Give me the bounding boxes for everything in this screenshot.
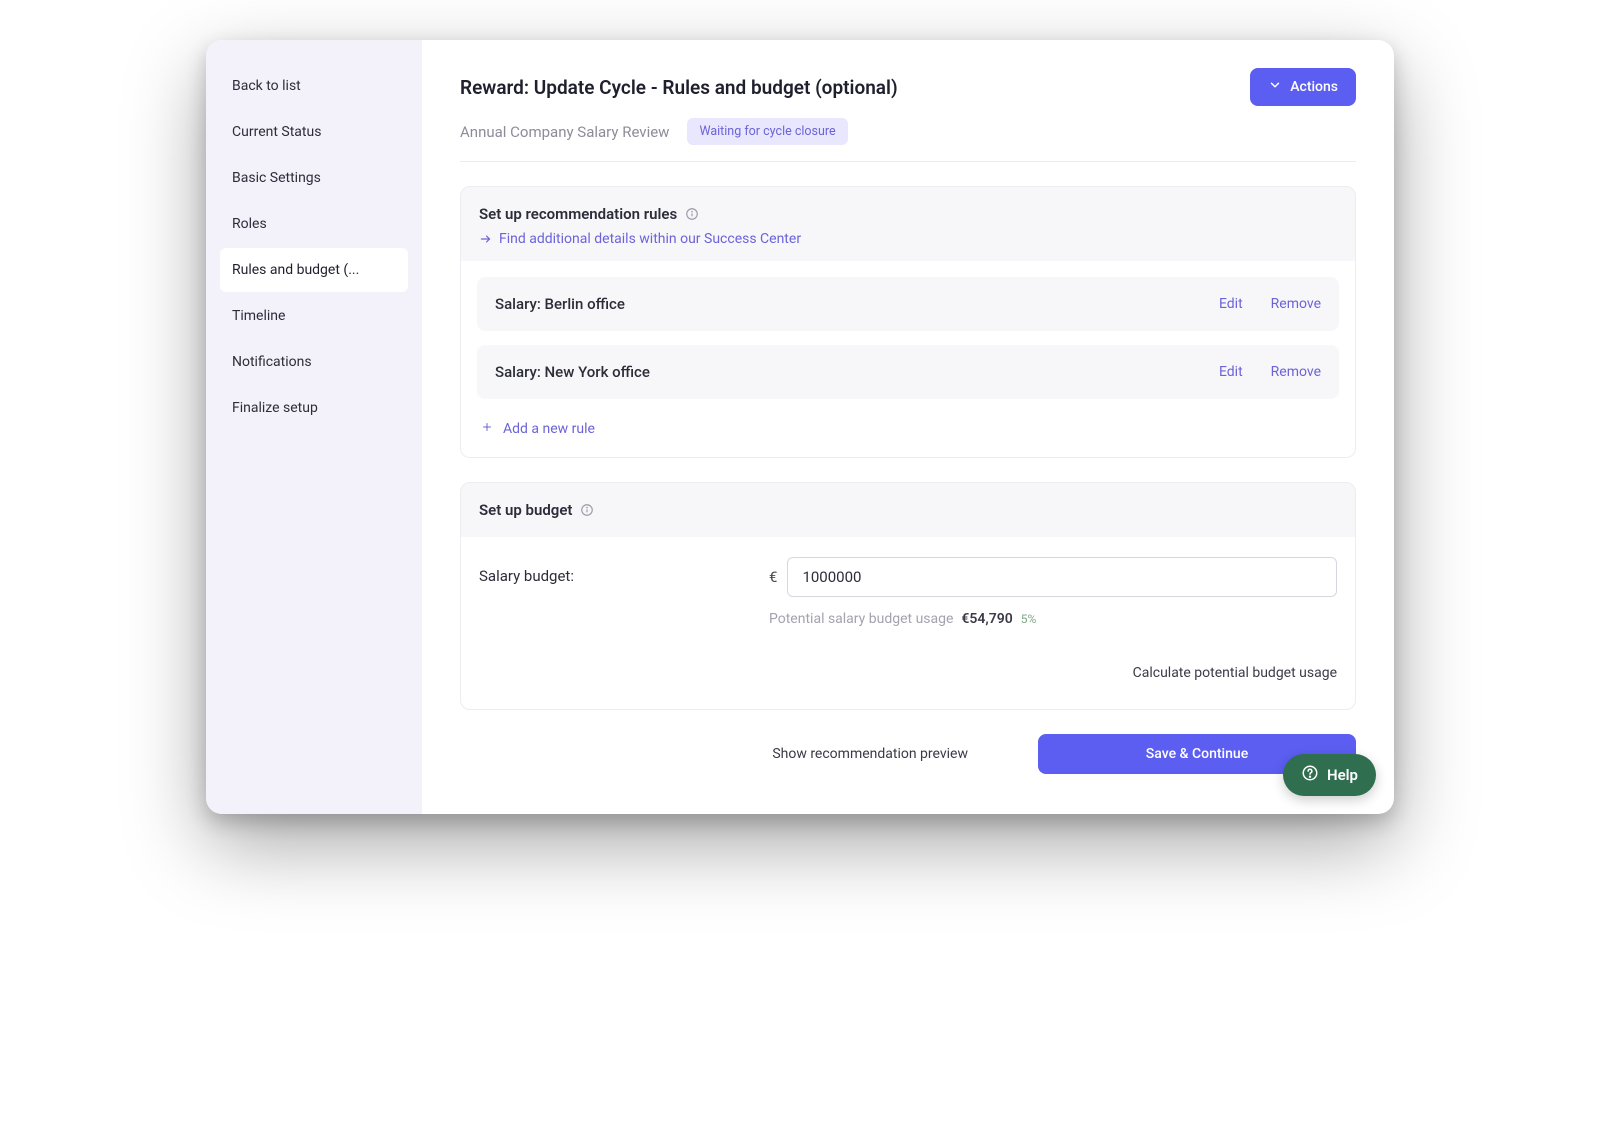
sidebar-item-finalize[interactable]: Finalize setup: [220, 386, 408, 430]
rules-section: Set up recommendation rules Find additio…: [460, 186, 1356, 458]
rule-actions: Edit Remove: [1219, 364, 1321, 380]
subtitle-text: Annual Company Salary Review: [460, 123, 669, 141]
budget-row: Salary budget: € Potential salary budget…: [479, 557, 1337, 627]
divider: [460, 161, 1356, 162]
add-rule-label: Add a new rule: [503, 421, 595, 437]
sidebar: Back to list Current Status Basic Settin…: [206, 40, 422, 814]
info-icon[interactable]: [685, 207, 699, 221]
sidebar-item-notifications[interactable]: Notifications: [220, 340, 408, 384]
budget-section-body: Salary budget: € Potential salary budget…: [461, 537, 1355, 709]
salary-budget-input[interactable]: [787, 557, 1337, 597]
sidebar-item-rules-budget[interactable]: Rules and budget (...: [220, 248, 408, 292]
rules-section-header: Set up recommendation rules Find additio…: [461, 187, 1355, 261]
rule-actions: Edit Remove: [1219, 296, 1321, 312]
edit-rule-link[interactable]: Edit: [1219, 364, 1243, 380]
calculate-budget-link[interactable]: Calculate potential budget usage: [1133, 665, 1337, 681]
remove-rule-link[interactable]: Remove: [1271, 364, 1321, 380]
rules-title-row: Set up recommendation rules: [479, 205, 1337, 223]
main-content: Reward: Update Cycle - Rules and budget …: [422, 40, 1394, 814]
usage-value: €54,790: [961, 611, 1012, 627]
calculate-row: Calculate potential budget usage: [479, 665, 1337, 681]
currency-input-row: €: [769, 557, 1337, 597]
budget-section-title: Set up budget: [479, 501, 572, 519]
app-frame: Back to list Current Status Basic Settin…: [206, 40, 1394, 814]
edit-rule-link[interactable]: Edit: [1219, 296, 1243, 312]
add-rule-button[interactable]: Add a new rule: [477, 413, 1339, 441]
page-title: Reward: Update Cycle - Rules and budget …: [460, 76, 898, 99]
rule-name: Salary: New York office: [495, 363, 650, 381]
rules-section-title: Set up recommendation rules: [479, 205, 677, 223]
header-row: Reward: Update Cycle - Rules and budget …: [460, 68, 1356, 106]
success-center-link[interactable]: Find additional details within our Succe…: [479, 231, 1337, 247]
info-icon[interactable]: [580, 503, 594, 517]
chevron-down-icon: [1268, 78, 1282, 96]
help-button[interactable]: Help: [1283, 754, 1376, 796]
budget-label: Salary budget:: [479, 557, 753, 585]
sidebar-item-current-status[interactable]: Current Status: [220, 110, 408, 154]
usage-label: Potential salary budget usage: [769, 611, 953, 627]
plus-icon: [481, 421, 493, 437]
remove-rule-link[interactable]: Remove: [1271, 296, 1321, 312]
help-label: Help: [1327, 766, 1358, 784]
actions-button[interactable]: Actions: [1250, 68, 1356, 106]
sidebar-item-roles[interactable]: Roles: [220, 202, 408, 246]
show-preview-link[interactable]: Show recommendation preview: [772, 746, 968, 762]
currency-symbol: €: [769, 568, 777, 586]
help-icon: [1301, 764, 1319, 786]
sidebar-item-back[interactable]: Back to list: [220, 64, 408, 108]
rules-section-body: Salary: Berlin office Edit Remove Salary…: [461, 261, 1355, 457]
rule-row: Salary: Berlin office Edit Remove: [477, 277, 1339, 331]
sidebar-item-basic-settings[interactable]: Basic Settings: [220, 156, 408, 200]
budget-section-header: Set up budget: [461, 483, 1355, 537]
rule-name: Salary: Berlin office: [495, 295, 625, 313]
subheader-row: Annual Company Salary Review Waiting for…: [460, 118, 1356, 145]
budget-title-row: Set up budget: [479, 501, 1337, 519]
budget-section: Set up budget Salary budget: €: [460, 482, 1356, 710]
footer-actions: Show recommendation preview Save & Conti…: [460, 734, 1356, 774]
status-badge: Waiting for cycle closure: [687, 118, 847, 145]
sidebar-item-timeline[interactable]: Timeline: [220, 294, 408, 338]
rule-row: Salary: New York office Edit Remove: [477, 345, 1339, 399]
usage-percentage: 5%: [1021, 612, 1037, 626]
success-center-link-text: Find additional details within our Succe…: [499, 231, 801, 247]
usage-row: Potential salary budget usage €54,790 5%: [769, 611, 1337, 627]
budget-input-column: € Potential salary budget usage €54,790 …: [769, 557, 1337, 627]
actions-label: Actions: [1290, 79, 1338, 95]
arrow-right-icon: [479, 232, 493, 246]
